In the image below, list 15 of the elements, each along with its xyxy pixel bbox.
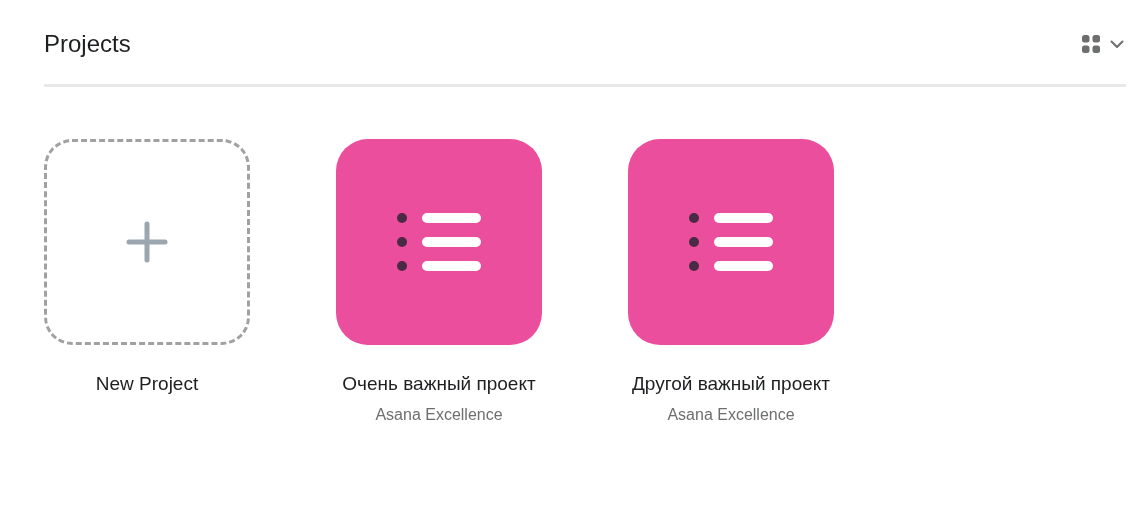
project-name[interactable]: Очень важный проект: [336, 369, 542, 398]
grid-icon: [1082, 35, 1100, 53]
plus-icon: [126, 221, 168, 263]
team-name: Asana Excellence: [667, 405, 795, 425]
view-toggle-button[interactable]: [1082, 35, 1124, 53]
project-tile[interactable]: [628, 139, 834, 345]
project-name[interactable]: Другой важный проект: [628, 369, 834, 398]
new-project-label[interactable]: New Project: [44, 369, 250, 398]
team-name: Asana Excellence: [375, 405, 503, 425]
project-tile[interactable]: [336, 139, 542, 345]
new-project-tile[interactable]: [44, 139, 250, 345]
section-title: Projects: [44, 29, 131, 59]
list-icon: [397, 213, 481, 271]
chevron-down-icon: [1110, 39, 1124, 49]
list-icon: [689, 213, 773, 271]
